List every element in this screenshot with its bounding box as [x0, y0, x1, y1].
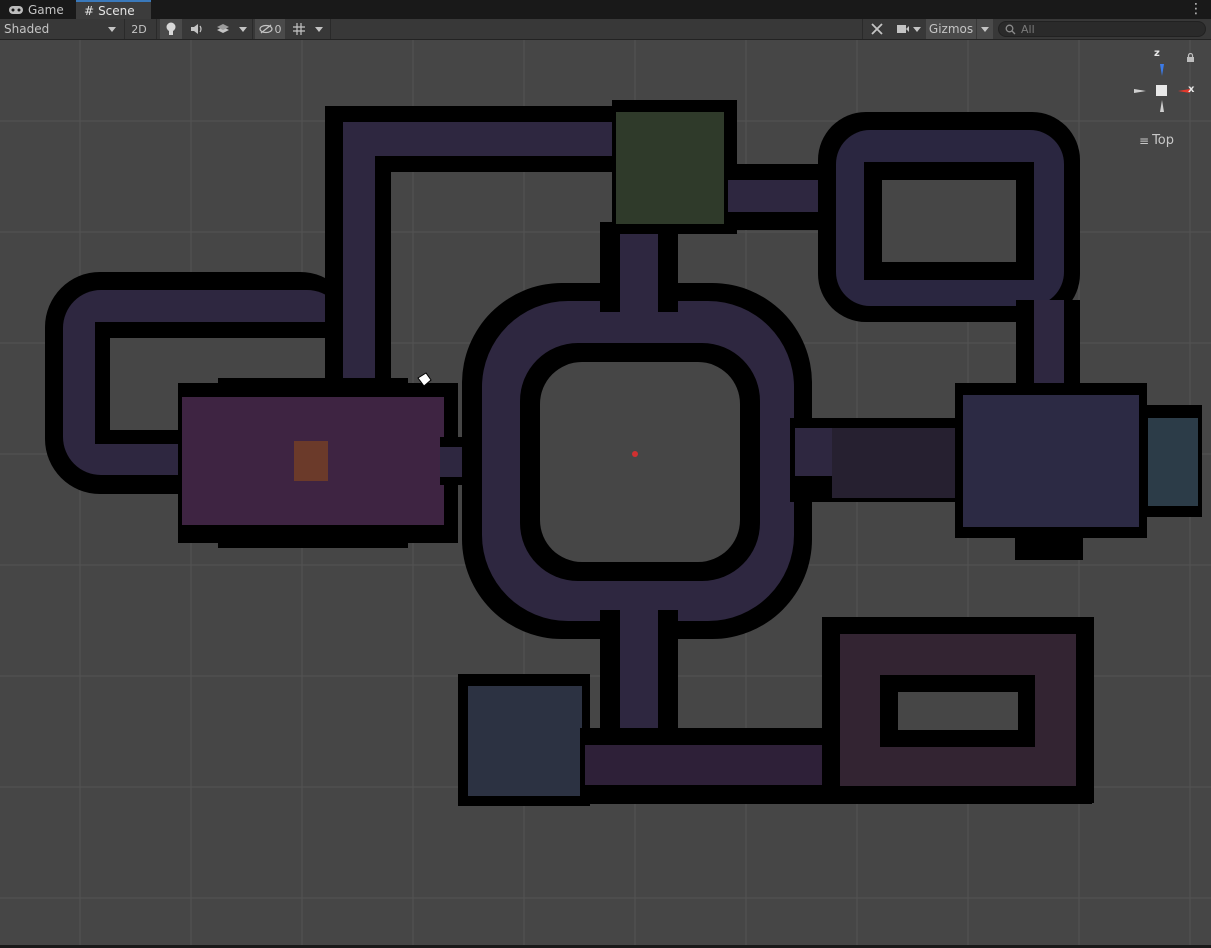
grid-icon: [293, 23, 305, 35]
gizmos-dropdown[interactable]: [977, 19, 993, 39]
lightbulb-icon: [166, 22, 176, 35]
tab-scene[interactable]: # Scene: [76, 0, 151, 19]
orientation-gizmo[interactable]: [1131, 40, 1211, 120]
toggle-2d-label: 2D: [131, 22, 147, 36]
search-field[interactable]: All: [998, 21, 1206, 37]
gizmos-label: Gizmos: [928, 22, 974, 36]
chevron-down-icon: [108, 26, 116, 32]
chevron-down-icon: [239, 26, 247, 32]
tab-game[interactable]: Game: [0, 0, 74, 19]
axis-z-label: z: [1154, 48, 1160, 59]
view-mode-text: Top: [1152, 133, 1174, 148]
search-icon: [1005, 24, 1016, 34]
toolbar-divider: [124, 19, 125, 39]
scene-pivot-marker: [632, 451, 638, 457]
hash-icon: #: [84, 3, 95, 18]
tab-game-label: Game: [28, 2, 64, 17]
grid-toggle[interactable]: [289, 19, 309, 39]
eye-hidden-icon: [258, 24, 273, 34]
axis-x-label: x: [1188, 84, 1195, 95]
speaker-icon: [191, 24, 202, 34]
lock-icon[interactable]: [1186, 52, 1195, 66]
hidden-objects-toggle[interactable]: 0: [255, 19, 285, 39]
camera-settings-dropdown[interactable]: [892, 19, 924, 39]
toolbar-divider: [330, 19, 331, 39]
gamepad-icon: [9, 5, 23, 14]
axis-gizmo-icon: [1134, 64, 1190, 112]
search-placeholder: All: [1021, 22, 1035, 36]
view-mode-label[interactable]: ≡ Top: [1139, 133, 1174, 148]
tab-scene-label: Scene: [98, 3, 135, 18]
more-options-icon[interactable]: ⋮: [1189, 1, 1203, 17]
hidden-count: 0: [274, 22, 282, 36]
toolbar-divider: [862, 19, 863, 39]
window-tab-bar: Game # Scene ⋮: [0, 0, 1211, 19]
chevron-down-icon: [912, 26, 921, 32]
camera-icon: [896, 25, 909, 33]
grid-dropdown[interactable]: [311, 19, 327, 39]
gizmos-button[interactable]: Gizmos: [926, 19, 976, 39]
scene-viewport[interactable]: [0, 40, 1211, 945]
bottom-left-room: [458, 674, 590, 806]
shading-mode-dropdown[interactable]: Shaded: [0, 19, 120, 39]
scene-canvas: [0, 40, 1211, 945]
effects-dropdown[interactable]: [236, 19, 250, 39]
lighting-toggle[interactable]: [160, 19, 182, 39]
left-room: [178, 378, 458, 548]
top-center-room: [612, 100, 737, 234]
audio-toggle[interactable]: [186, 19, 208, 39]
wrench-icon: [871, 23, 883, 35]
chevron-down-icon: [981, 26, 989, 32]
effects-toggle[interactable]: [212, 19, 234, 39]
tools-button[interactable]: [866, 19, 888, 39]
right-room: [955, 383, 1202, 560]
effects-layers-icon: [217, 24, 229, 33]
shading-mode-value: Shaded: [4, 22, 50, 36]
toolbar-divider: [156, 19, 157, 39]
central-ring-corridor: [462, 283, 812, 639]
toggle-2d-button[interactable]: 2D: [127, 19, 151, 39]
chevron-down-icon: [315, 26, 323, 32]
scene-toolbar: Shaded 2D 0 Gizmos All: [0, 19, 1211, 40]
toolbar-divider: [252, 19, 253, 39]
menu-lines-icon: ≡: [1139, 133, 1150, 148]
